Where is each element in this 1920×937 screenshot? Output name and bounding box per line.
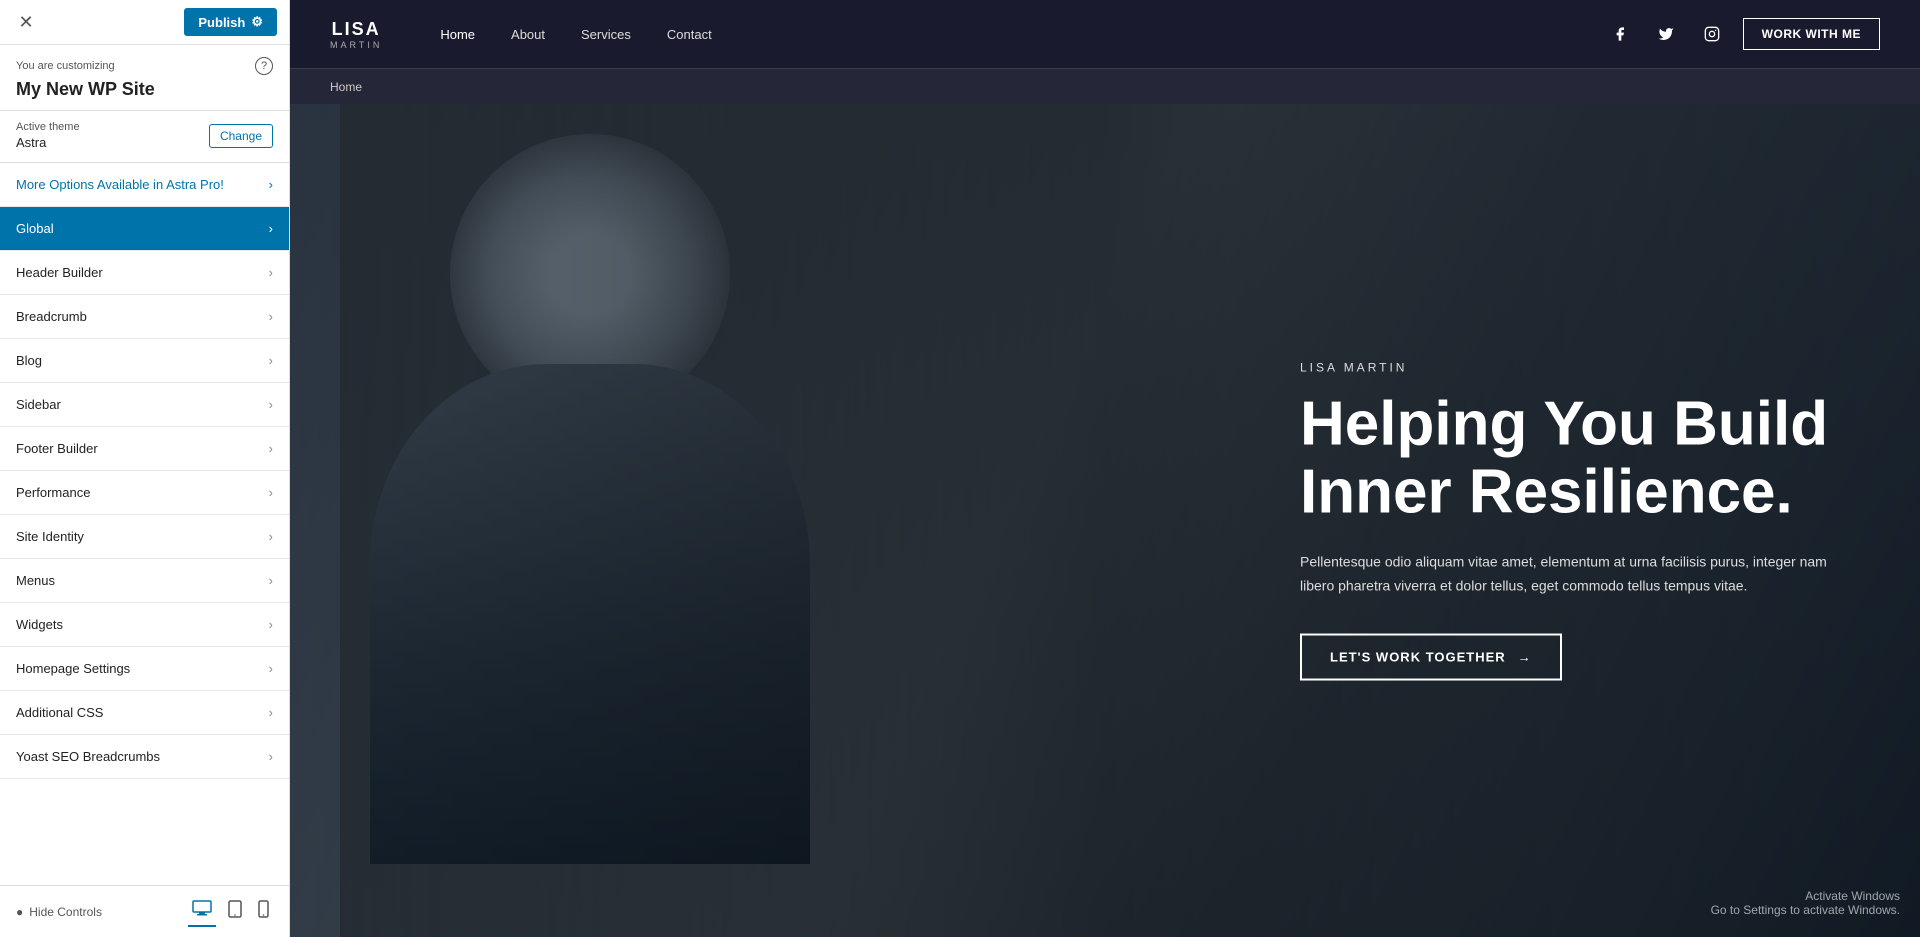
chevron-right-icon: › xyxy=(269,705,273,720)
chevron-right-icon: › xyxy=(269,353,273,368)
bottom-bar: ● Hide Controls xyxy=(0,885,289,937)
nav-item-label: Menus xyxy=(16,573,55,588)
nav-item-label: Yoast SEO Breadcrumbs xyxy=(16,749,160,764)
desktop-icon[interactable] xyxy=(188,896,216,927)
nav-item-sidebar[interactable]: Sidebar › xyxy=(0,383,289,427)
hero-title: Helping You Build Inner Resilience. xyxy=(1300,390,1860,526)
nav-item-header-builder[interactable]: Header Builder › xyxy=(0,251,289,295)
eye-icon: ● xyxy=(16,905,23,919)
device-icons xyxy=(188,896,273,927)
preview-nav-links: Home About Services Contact xyxy=(422,0,1604,68)
hero-title-line1: Helping You Build xyxy=(1300,389,1828,458)
hero-section: LISA MARTIN Helping You Build Inner Resi… xyxy=(290,104,1920,937)
chevron-right-icon: › xyxy=(269,441,273,456)
nav-item-label: Site Identity xyxy=(16,529,84,544)
hide-controls-label: Hide Controls xyxy=(29,905,102,919)
work-with-me-button[interactable]: WORK WITH ME xyxy=(1743,18,1880,50)
chevron-right-icon: › xyxy=(269,177,273,192)
nav-item-label: Performance xyxy=(16,485,90,500)
breadcrumb-text: Home xyxy=(330,80,362,94)
nav-item-label: Widgets xyxy=(16,617,63,632)
close-icon: ✕ xyxy=(18,12,33,33)
instagram-icon[interactable] xyxy=(1697,19,1727,49)
customizing-section: You are customizing ? My New WP Site xyxy=(0,45,289,111)
hero-content: LISA MARTIN Helping You Build Inner Resi… xyxy=(1300,360,1860,681)
preview-area: LISA MARTIN Home About Services Contact … xyxy=(290,0,1920,937)
nav-item-footer-builder[interactable]: Footer Builder › xyxy=(0,427,289,471)
close-button[interactable]: ✕ xyxy=(12,8,40,36)
help-icon[interactable]: ? xyxy=(255,57,273,75)
nav-right: WORK WITH ME xyxy=(1605,18,1880,50)
logo-sub: MARTIN xyxy=(330,40,382,50)
chevron-right-icon: › xyxy=(269,309,273,324)
nav-item-label: Additional CSS xyxy=(16,705,103,720)
chevron-right-icon: › xyxy=(269,573,273,588)
chevron-right-icon: › xyxy=(269,485,273,500)
mobile-icon[interactable] xyxy=(254,896,273,927)
hide-controls-button[interactable]: ● Hide Controls xyxy=(16,905,102,919)
chevron-right-icon: › xyxy=(269,265,273,280)
nav-item-breadcrumb[interactable]: Breadcrumb › xyxy=(0,295,289,339)
nav-item-performance[interactable]: Performance › xyxy=(0,471,289,515)
theme-label: Active theme xyxy=(16,121,80,133)
publish-label: Publish xyxy=(198,15,245,30)
chevron-right-icon: › xyxy=(269,617,273,632)
nav-item-yoast-seo[interactable]: Yoast SEO Breadcrumbs › xyxy=(0,735,289,779)
nav-item-label: Sidebar xyxy=(16,397,61,412)
hero-cta-label: LET'S WORK TOGETHER xyxy=(1330,650,1506,665)
nav-item-label: Header Builder xyxy=(16,265,103,280)
site-name: My New WP Site xyxy=(16,79,273,100)
nav-item-label: Blog xyxy=(16,353,42,368)
publish-button[interactable]: Publish ⚙ xyxy=(184,8,277,36)
nav-item-menus[interactable]: Menus › xyxy=(0,559,289,603)
nav-item-site-identity[interactable]: Site Identity › xyxy=(0,515,289,559)
hero-cta-button[interactable]: LET'S WORK TOGETHER → xyxy=(1300,634,1562,681)
nav-link-about[interactable]: About xyxy=(493,0,563,68)
nav-link-services[interactable]: Services xyxy=(563,0,649,68)
hero-title-line2: Inner Resilience. xyxy=(1300,457,1793,526)
nav-items-list: More Options Available in Astra Pro!›Glo… xyxy=(0,163,289,885)
chevron-right-icon: › xyxy=(269,529,273,544)
hero-cta-arrow: → xyxy=(1518,650,1532,665)
nav-item-additional-css[interactable]: Additional CSS › xyxy=(0,691,289,735)
logo-name: LISA xyxy=(332,19,381,40)
chevron-right-icon: › xyxy=(269,661,273,676)
left-panel: ✕ Publish ⚙ You are customizing ? My New… xyxy=(0,0,290,937)
nav-item-homepage-settings[interactable]: Homepage Settings › xyxy=(0,647,289,691)
nav-item-label: Footer Builder xyxy=(16,441,98,456)
chevron-right-icon: › xyxy=(269,749,273,764)
gear-icon: ⚙ xyxy=(251,14,263,30)
theme-name: Astra xyxy=(16,135,80,150)
preview-navbar: LISA MARTIN Home About Services Contact … xyxy=(290,0,1920,68)
nav-item-astra-pro[interactable]: More Options Available in Astra Pro! › xyxy=(0,163,289,207)
nav-link-home[interactable]: Home xyxy=(422,0,493,68)
top-bar: ✕ Publish ⚙ xyxy=(0,0,289,45)
nav-item-widgets[interactable]: Widgets › xyxy=(0,603,289,647)
nav-item-label: Global xyxy=(16,221,54,236)
chevron-right-icon: › xyxy=(269,221,273,236)
nav-item-label: More Options Available in Astra Pro! xyxy=(16,177,224,192)
theme-section: Active theme Astra Change xyxy=(0,111,289,163)
nav-item-label: Breadcrumb xyxy=(16,309,87,324)
nav-item-label: Homepage Settings xyxy=(16,661,130,676)
nav-item-blog[interactable]: Blog › xyxy=(0,339,289,383)
nav-item-global[interactable]: Global › xyxy=(0,207,289,251)
tablet-icon[interactable] xyxy=(224,896,246,927)
chevron-right-icon: › xyxy=(269,397,273,412)
twitter-icon[interactable] xyxy=(1651,19,1681,49)
change-theme-button[interactable]: Change xyxy=(209,124,273,148)
site-logo: LISA MARTIN xyxy=(330,19,382,50)
preview-breadcrumb: Home xyxy=(290,68,1920,104)
facebook-icon[interactable] xyxy=(1605,19,1635,49)
hero-subtitle: LISA MARTIN xyxy=(1300,360,1860,374)
customizing-label: You are customizing ? xyxy=(16,57,273,75)
nav-link-contact[interactable]: Contact xyxy=(649,0,730,68)
hero-description: Pellentesque odio aliquam vitae amet, el… xyxy=(1300,550,1860,598)
